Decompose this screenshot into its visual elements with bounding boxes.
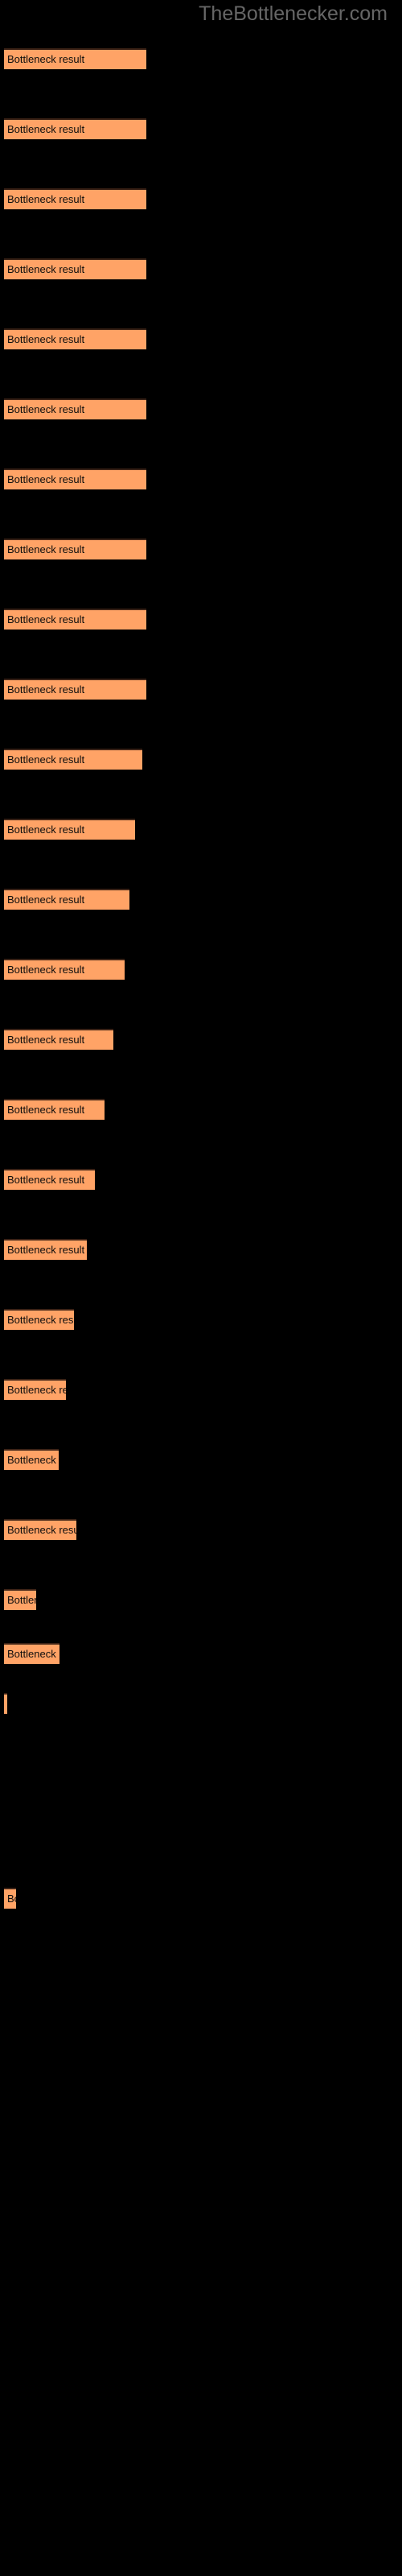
bar-label: Bottleneck result	[7, 753, 85, 766]
bar[interactable]: Bottleneck result	[4, 539, 146, 559]
bar-label: Bottleneck result	[7, 1893, 16, 1905]
bar[interactable]: Bottleneck result	[4, 258, 146, 279]
bar[interactable]: Bottleneck result	[4, 1099, 105, 1120]
bar[interactable]: Bottleneck result	[4, 819, 135, 840]
bar[interactable]: Bottleneck result	[4, 1693, 7, 1714]
bar-label: Bottleneck result	[7, 263, 85, 275]
bars-layer: Bottleneck result Bottleneck result Bottle…	[0, 0, 402, 2576]
bar-label: Bottleneck result	[7, 123, 85, 135]
bar-label: Bottleneck result	[7, 193, 85, 205]
bar[interactable]: Bottleneck result	[4, 1169, 95, 1190]
bar[interactable]: Bottleneck result	[4, 188, 146, 209]
bar[interactable]: Bottleneck result	[4, 679, 146, 700]
bar[interactable]: Bottleneck result	[4, 118, 146, 139]
bar[interactable]: Bottleneck result	[4, 469, 146, 489]
bar-label: Bottleneck result	[7, 894, 85, 906]
bar-label: Bottleneck result	[7, 964, 85, 976]
bar[interactable]: Bottleneck result	[4, 1309, 74, 1330]
bar-label: Bottleneck result	[7, 1034, 85, 1046]
bar[interactable]: Bottleneck result	[4, 1589, 36, 1610]
bar-label: Bottleneck result	[7, 1174, 85, 1186]
bar-label: Bottleneck result	[7, 1314, 74, 1326]
bar-label: Bottleneck result	[7, 1648, 59, 1660]
bar-label: Bottleneck result	[7, 683, 85, 696]
bar-label: Bottleneck result	[7, 1104, 85, 1116]
bar-label: Bottleneck result	[7, 543, 85, 555]
bar[interactable]: Bottleneck result	[4, 1239, 87, 1260]
bar[interactable]: Bottleneck result	[4, 1029, 113, 1050]
bar-label: Bottleneck result	[7, 333, 85, 345]
bar-label: Bottleneck result	[7, 53, 85, 65]
bar[interactable]: Bottleneck result	[4, 328, 146, 349]
bar[interactable]: Bottleneck result	[4, 959, 125, 980]
bar[interactable]: Bottleneck result	[4, 1449, 59, 1470]
bar[interactable]: Bottleneck result	[4, 609, 146, 630]
bar-label: Bottleneck result	[7, 613, 85, 625]
bar-label: Bottleneck result	[7, 1384, 66, 1396]
bar-label: Bottleneck result	[7, 473, 85, 485]
bar[interactable]: Bottleneck result	[4, 749, 142, 770]
bar-label: Bottleneck result	[7, 403, 85, 415]
bar[interactable]: Bottleneck result	[4, 1643, 59, 1664]
bar-label: Bottleneck result	[7, 1454, 59, 1466]
bottleneck-bar-chart: TheBottlenecker.com Bottleneck result Bot…	[0, 0, 402, 2576]
bar[interactable]: Bottleneck result	[4, 398, 146, 419]
bar[interactable]: Bottleneck result	[4, 1519, 76, 1540]
bar-label: Bottleneck result	[7, 1594, 36, 1606]
bar[interactable]: Bottleneck result	[4, 1888, 16, 1909]
bar[interactable]: Bottleneck result	[4, 1379, 66, 1400]
bar-label: Bottleneck result	[7, 1524, 76, 1536]
bar[interactable]: Bottleneck result	[4, 48, 146, 69]
bar-label: Bottleneck result	[7, 824, 85, 836]
bar-label: Bottleneck result	[7, 1244, 85, 1256]
bar[interactable]: Bottleneck result	[4, 889, 129, 910]
